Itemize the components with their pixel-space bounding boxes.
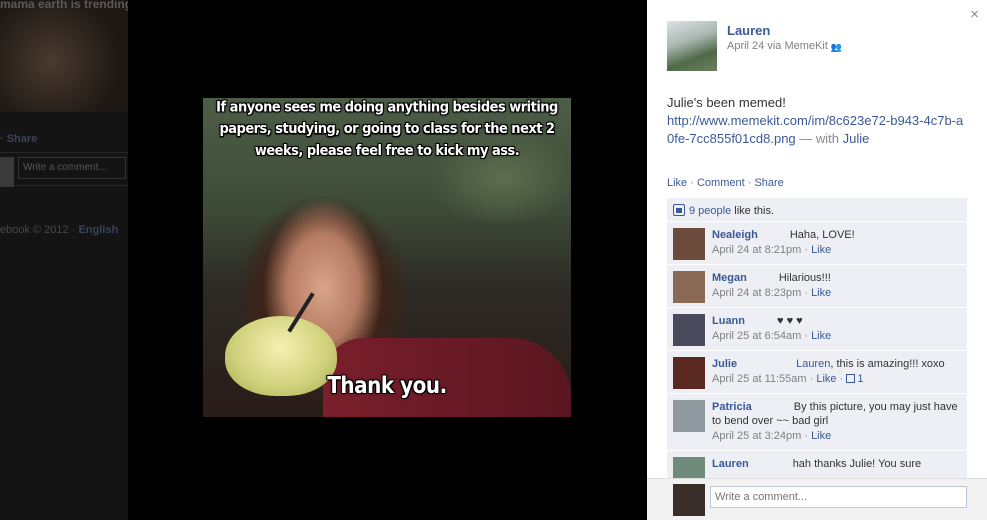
photo-stage[interactable]: If anyone sees me doing anything besides… [128, 0, 647, 520]
comment-text: Hilarious!!! [778, 272, 831, 284]
commenter-name[interactable]: Megan [712, 272, 747, 284]
comment-time[interactable]: April 25 at 3:24pm [712, 430, 801, 442]
commenter-avatar[interactable] [673, 357, 705, 389]
commenter-name[interactable]: Lauren [712, 458, 749, 470]
background-page: mama earth is trending · Share Write a c… [0, 0, 128, 520]
tagged-user-link[interactable]: Julie [843, 131, 870, 146]
comment-item: Lauren hah thanks Julie! You sure [667, 451, 967, 478]
post-body: Julie's been memed! http://www.memekit.c… [667, 94, 967, 148]
post-actions: Like · Comment · Share [667, 177, 784, 189]
meme-bottom-caption: Thank you. [327, 371, 447, 399]
meme-photo[interactable]: If anyone sees me doing anything besides… [203, 98, 571, 417]
comments-list[interactable]: 9 people like this. Nealeigh Haha, LOVE! … [667, 198, 967, 478]
comment-like-link[interactable]: Like [811, 244, 831, 256]
thumbs-up-icon [846, 374, 856, 383]
commenter-avatar[interactable] [673, 228, 705, 260]
action-separator: · [687, 177, 697, 189]
background-photo [0, 0, 128, 112]
share-link[interactable]: Share [754, 177, 783, 189]
comment-text: , this is amazing!!! xoxo [830, 358, 945, 370]
app-link[interactable]: MemeKit [784, 40, 827, 52]
current-user-avatar [673, 484, 705, 516]
comment-item: Megan Hilarious!!! April 24 at 8:23pm · L… [667, 265, 967, 308]
author-name[interactable]: Lauren [727, 23, 770, 38]
commenter-name[interactable]: Nealeigh [712, 229, 758, 241]
comment-like-link[interactable]: Like [811, 330, 831, 342]
post-message: Julie's been memed! [667, 95, 786, 110]
comment-text: ♥ ♥ ♥ [777, 315, 803, 327]
commenter-name[interactable]: Julie [712, 358, 737, 370]
photo-info-panel: × Lauren April 24 via MemeKit 👥 Julie's b… [647, 0, 987, 520]
thumbs-up-icon [673, 204, 685, 216]
comment-likes-count[interactable]: 1 [846, 373, 863, 385]
comment-like-link[interactable]: Like [816, 373, 836, 385]
comment-text: Haha, LOVE! [789, 229, 855, 241]
with-label: — with [795, 131, 843, 146]
comment-input[interactable] [710, 486, 967, 508]
comment-link[interactable]: Comment [697, 177, 745, 189]
footer-language: English [78, 224, 119, 236]
comment-text: hah thanks Julie! You sure [792, 458, 922, 470]
meme-top-caption: If anyone sees me doing anything besides… [216, 99, 558, 160]
comment-likes-number: 1 [857, 373, 864, 385]
comment-composer [647, 478, 987, 520]
comment-time[interactable]: April 25 at 6:54am [712, 330, 801, 342]
comment-item: Julie Lauren, this is amazing!!! xoxo Apr… [667, 351, 967, 394]
commenter-name[interactable]: Patricia [712, 401, 752, 413]
comment-time[interactable]: April 24 at 8:23pm [712, 287, 801, 299]
post-meta: April 24 via MemeKit 👥 [727, 40, 842, 52]
commenter-avatar[interactable] [673, 457, 705, 478]
author-avatar[interactable] [667, 21, 717, 71]
comment-item: Patricia By this picture, you may just ha… [667, 394, 967, 451]
comment-like-link[interactable]: Like [811, 430, 831, 442]
friends-privacy-icon[interactable]: 👥 [831, 42, 842, 52]
comment-time[interactable]: April 25 at 11:55am [712, 373, 807, 385]
action-separator: · [744, 177, 755, 189]
likes-suffix: like this. [731, 205, 775, 217]
footer-copyright: ebook © 2012 · [0, 224, 76, 236]
commenter-name[interactable]: Luann [712, 315, 745, 327]
likes-summary: 9 people like this. [667, 198, 967, 222]
post-date-link[interactable]: April 24 [727, 40, 764, 52]
background-comment-input: Write a comment... [18, 157, 126, 179]
commenter-avatar[interactable] [673, 314, 705, 346]
like-link[interactable]: Like [667, 177, 687, 189]
commenter-avatar[interactable] [673, 400, 705, 432]
comment-item: Nealeigh Haha, LOVE! April 24 at 8:21pm ·… [667, 222, 967, 265]
likes-count-link[interactable]: 9 people [689, 205, 731, 217]
comment-time[interactable]: April 24 at 8:21pm [712, 244, 801, 256]
background-title: mama earth is trending [0, 0, 128, 11]
comment-item: Luann ♥ ♥ ♥ April 25 at 6:54am · Like [667, 308, 967, 351]
mentioned-user-link[interactable]: Lauren [796, 358, 830, 370]
background-avatar [0, 157, 14, 187]
background-footer: ebook © 2012 · English [0, 224, 118, 236]
via-text: via [764, 40, 785, 52]
close-icon[interactable]: × [970, 6, 979, 23]
comment-like-link[interactable]: Like [811, 287, 831, 299]
commenter-avatar[interactable] [673, 271, 705, 303]
background-share-link: · Share [0, 133, 38, 145]
